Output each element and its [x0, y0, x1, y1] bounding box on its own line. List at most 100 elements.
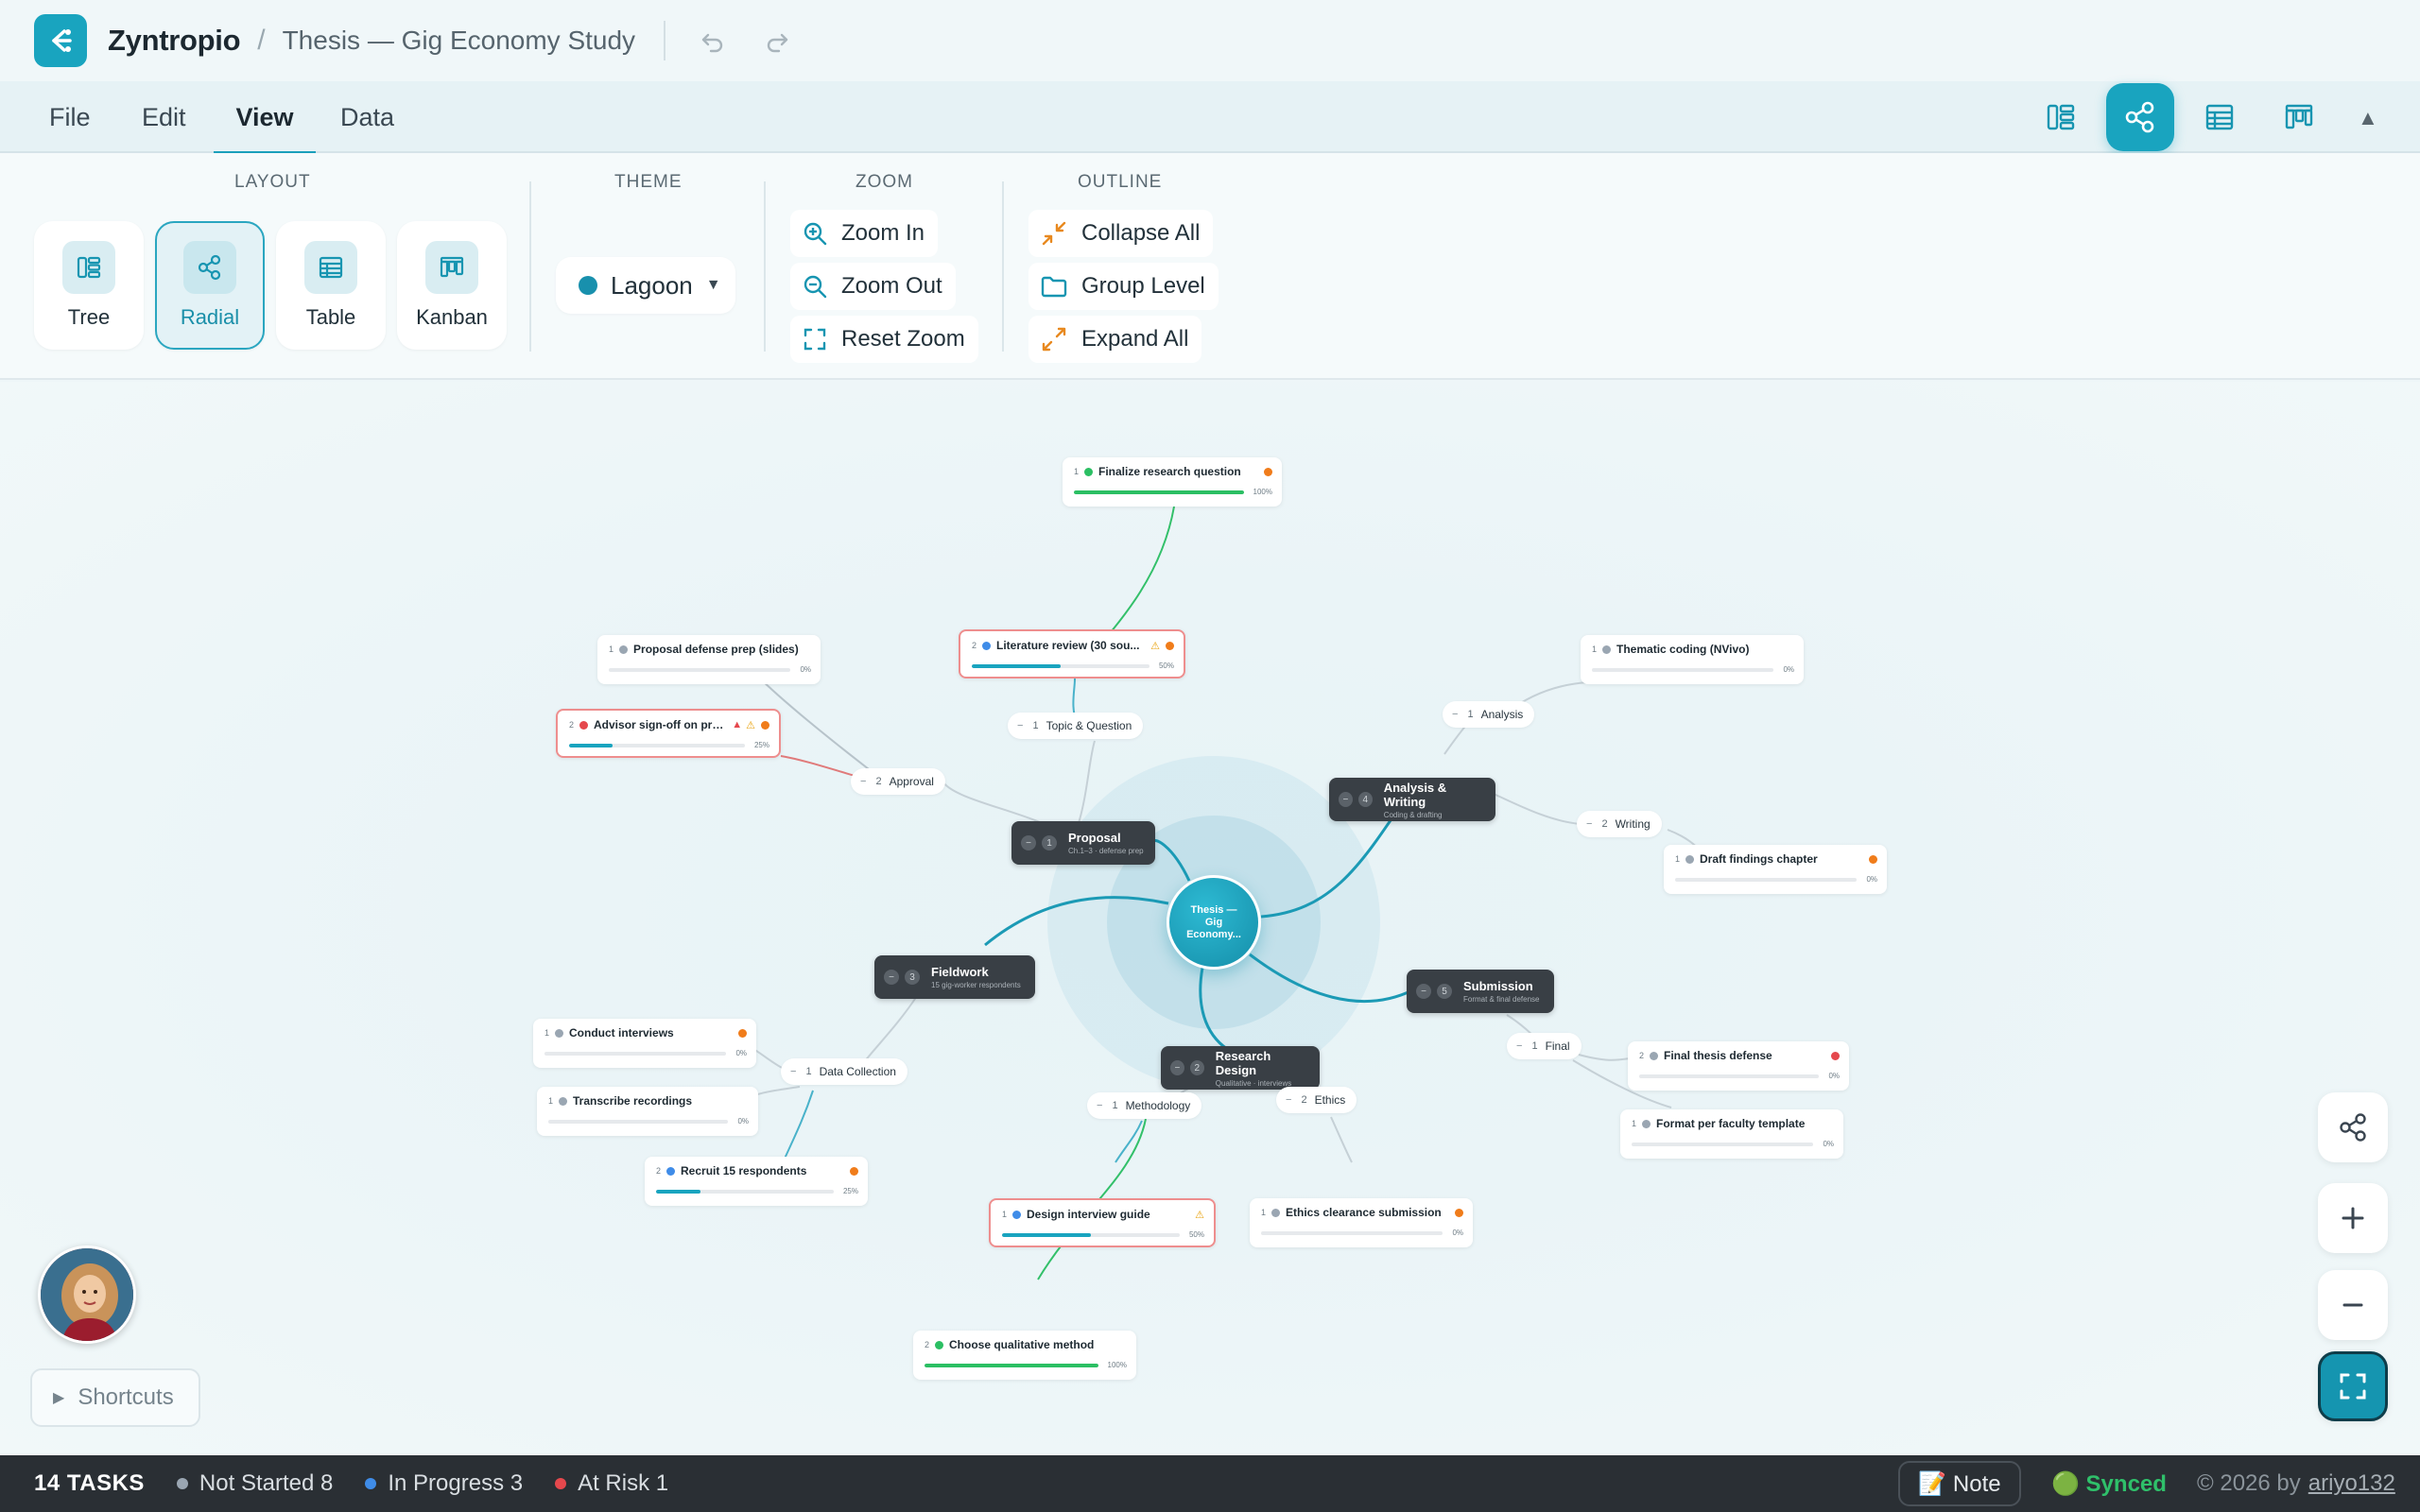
collapse-toggle[interactable]: −	[1021, 835, 1036, 850]
group-node-final[interactable]: −1 Final	[1507, 1033, 1582, 1059]
task-card[interactable]: 2 Advisor sign-off on pro... ▲ ⚠ 25%	[556, 709, 781, 758]
task-progress: 0%	[1632, 1140, 1834, 1148]
task-card[interactable]: 1 Ethics clearance submission 0%	[1250, 1198, 1473, 1247]
task-name: Recruit 15 respondents	[681, 1164, 807, 1177]
reset-zoom-button[interactable]: Reset Zoom	[790, 316, 978, 363]
redo-button[interactable]	[758, 22, 796, 60]
status-in-progress[interactable]: In Progress 3	[365, 1470, 523, 1497]
layout-radial-button[interactable]: Radial	[155, 221, 265, 350]
task-card[interactable]: 2 Literature review (30 sou... ⚠ 50%	[959, 629, 1185, 679]
app-logo-icon[interactable]	[34, 14, 87, 67]
share-button[interactable]	[2318, 1092, 2388, 1162]
group-node-ethics[interactable]: −2 Ethics	[1276, 1087, 1357, 1113]
task-card[interactable]: 1 Format per faculty template 0%	[1620, 1109, 1843, 1159]
task-card[interactable]: 2 Final thesis defense 0%	[1628, 1041, 1849, 1091]
phase-node-proposal[interactable]: − 1 Proposal Ch.1–3 · defense prep	[1011, 821, 1155, 865]
copyright-text: © 2026 by	[2197, 1470, 2301, 1496]
group-node-data-collection[interactable]: −1 Data Collection	[781, 1058, 908, 1085]
group-node-topic-question[interactable]: −1 Topic & Question	[1008, 713, 1144, 739]
task-index: 1	[1632, 1119, 1637, 1128]
task-index: 1	[1675, 854, 1681, 864]
shortcuts-label: Shortcuts	[78, 1384, 174, 1410]
mindmap-canvas[interactable]: Thesis — Gig Economy... − 1 Proposal Ch.1…	[0, 382, 2420, 1455]
collapse-toggle[interactable]: −	[860, 776, 866, 787]
phase-subtitle: Format & final defense	[1463, 995, 1540, 1004]
task-index: 1	[609, 644, 614, 654]
collapse-toggle[interactable]: −	[1586, 818, 1592, 830]
warning-icon: ⚠	[1195, 1209, 1204, 1221]
root-node[interactable]: Thesis — Gig Economy...	[1167, 875, 1261, 970]
task-card[interactable]: 1 Design interview guide ⚠ 50%	[989, 1198, 1216, 1247]
menu-data[interactable]: Data	[340, 81, 394, 153]
theme-select[interactable]: Lagoon ▼	[556, 257, 735, 314]
view-radial-button[interactable]	[2106, 83, 2174, 151]
zoom-out-fab[interactable]	[2318, 1270, 2388, 1340]
group-node-writing[interactable]: −2 Writing	[1577, 811, 1662, 837]
collapse-all-button[interactable]: Collapse All	[1028, 210, 1214, 257]
view-table-button[interactable]	[2186, 83, 2254, 151]
phase-node-research-design[interactable]: − 2 Research Design Qualitative · intervi…	[1161, 1046, 1320, 1090]
group-level-button[interactable]: Group Level	[1028, 263, 1219, 310]
task-card[interactable]: 1 Conduct interviews 0%	[533, 1019, 756, 1068]
shortcuts-toggle[interactable]: ▶ Shortcuts	[30, 1368, 200, 1427]
expand-all-button[interactable]: Expand All	[1028, 316, 1202, 363]
task-name: Draft findings chapter	[1700, 852, 1818, 866]
brand-name: Zyntropio	[108, 24, 241, 57]
group-node-analysis[interactable]: −1 Analysis	[1443, 701, 1535, 728]
user-avatar[interactable]	[38, 1246, 136, 1344]
group-level-label: Group Level	[1081, 273, 1205, 299]
task-progress: 25%	[569, 741, 769, 749]
collapse-toggle[interactable]: −	[1170, 1060, 1184, 1075]
undo-button[interactable]	[694, 22, 732, 60]
collapse-ribbon-icon[interactable]: ▲	[2358, 106, 2378, 130]
collapse-toggle[interactable]: −	[884, 970, 899, 985]
layout-kanban-button[interactable]: Kanban	[397, 221, 507, 350]
collapse-toggle[interactable]: −	[1286, 1094, 1291, 1106]
phase-node-fieldwork[interactable]: − 3 Fieldwork 15 gig-worker respondents	[874, 955, 1035, 999]
view-tree-button[interactable]	[2027, 83, 2095, 151]
collapse-toggle[interactable]: −	[1339, 792, 1353, 807]
phase-node-submission[interactable]: − 5 Submission Format & final defense	[1407, 970, 1554, 1013]
collapse-toggle[interactable]: −	[1017, 720, 1023, 731]
menu-file[interactable]: File	[49, 81, 91, 153]
not-started-dot	[176, 1478, 188, 1489]
collapse-toggle[interactable]: −	[1516, 1040, 1522, 1052]
task-card[interactable]: 1 Finalize research question 100%	[1063, 457, 1282, 507]
task-card[interactable]: 1 Transcribe recordings 0%	[537, 1087, 758, 1136]
zoom-out-button[interactable]: Zoom Out	[790, 263, 956, 310]
status-dot	[555, 1028, 564, 1038]
collapse-toggle[interactable]: −	[1097, 1100, 1102, 1111]
status-at-risk[interactable]: At Risk 1	[555, 1470, 668, 1497]
collapse-toggle[interactable]: −	[1452, 709, 1458, 720]
group-node-methodology[interactable]: −1 Methodology	[1087, 1092, 1202, 1119]
progress-percent: 0%	[800, 665, 811, 674]
task-card[interactable]: 1 Proposal defense prep (slides) 0%	[597, 635, 821, 684]
zoom-in-button[interactable]: Zoom In	[790, 210, 939, 257]
fit-to-screen-fab[interactable]	[2318, 1351, 2388, 1421]
menu-edit[interactable]: Edit	[142, 81, 186, 153]
task-card[interactable]: 1 Draft findings chapter 0%	[1664, 845, 1887, 894]
menu-view[interactable]: View	[214, 81, 316, 155]
view-kanban-button[interactable]	[2265, 83, 2333, 151]
document-title[interactable]: Thesis — Gig Economy Study	[283, 26, 635, 56]
collapse-toggle[interactable]: −	[1416, 984, 1431, 999]
progress-percent: 100%	[1253, 488, 1272, 496]
group-label: Data Collection	[819, 1065, 896, 1078]
task-progress: 0%	[544, 1049, 747, 1057]
note-button[interactable]: 📝 Note	[1898, 1461, 2021, 1506]
phase-node-analysis-writing[interactable]: − 4 Analysis & Writing Coding & drafting	[1329, 778, 1495, 821]
task-card[interactable]: 2 Recruit 15 respondents 25%	[645, 1157, 868, 1206]
task-name: Transcribe recordings	[573, 1094, 693, 1108]
author-link[interactable]: ariyo132	[2308, 1470, 2395, 1497]
status-not-started[interactable]: Not Started 8	[176, 1470, 333, 1497]
layout-tree-button[interactable]: Tree	[34, 221, 144, 350]
phase-number: 1	[1042, 835, 1057, 850]
task-card[interactable]: 1 Thematic coding (NVivo) 0%	[1581, 635, 1804, 684]
collapse-toggle[interactable]: −	[790, 1066, 796, 1077]
task-card[interactable]: 2 Choose qualitative method 100%	[913, 1331, 1136, 1380]
layout-table-button[interactable]: Table	[276, 221, 386, 350]
group-node-approval[interactable]: −2 Approval	[851, 768, 945, 795]
zoom-in-fab[interactable]	[2318, 1183, 2388, 1253]
task-progress: 0%	[1592, 665, 1794, 674]
chevron-down-icon: ▼	[705, 277, 721, 293]
